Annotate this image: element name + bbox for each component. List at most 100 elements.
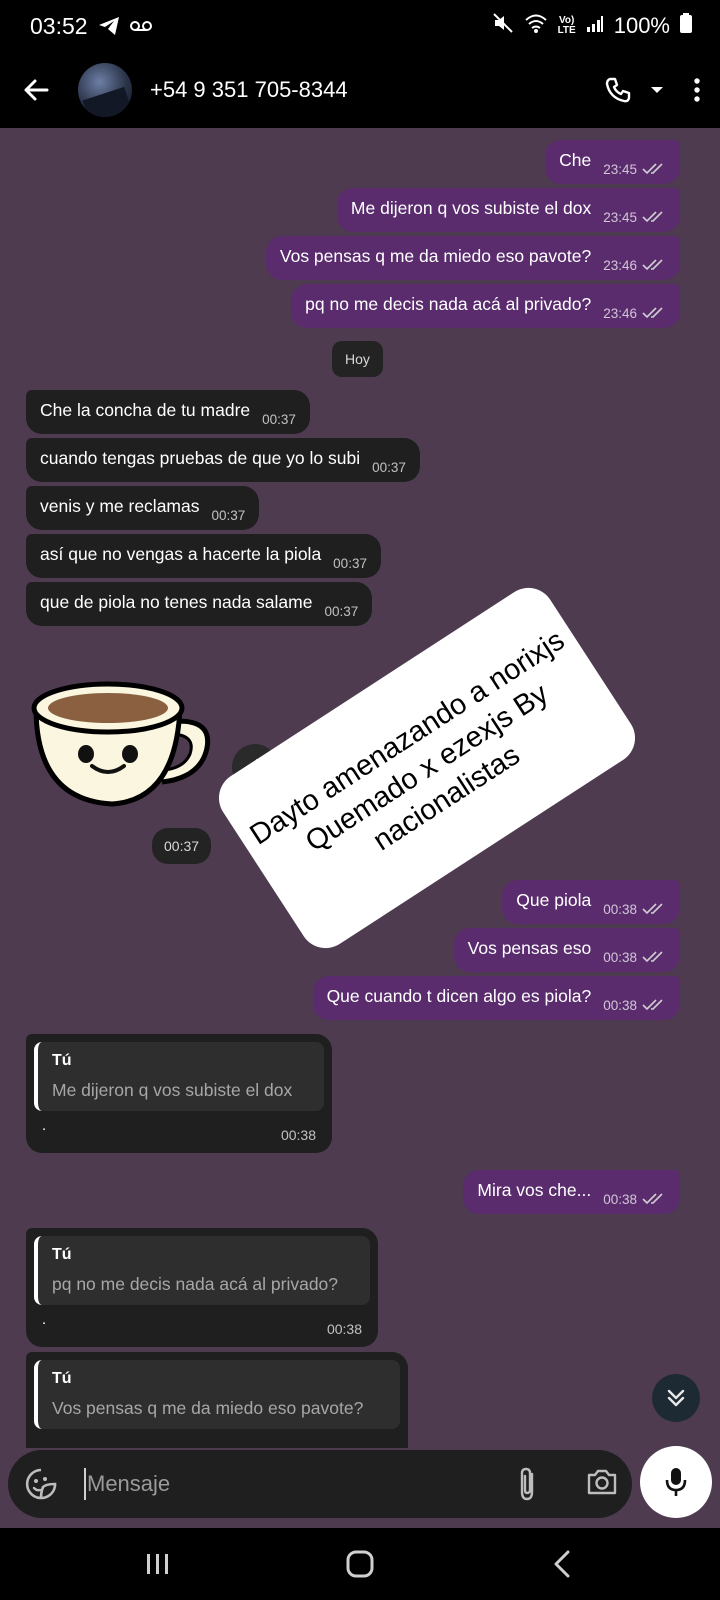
reply-message[interactable]: Tú Me dijeron q vos subiste el dox . 00:… — [26, 1034, 332, 1153]
message-text: así que no vengas a hacerte la piola — [40, 543, 322, 564]
chat-header: +54 9 351 705-8344 — [0, 52, 720, 128]
message-time: 00:37 — [262, 411, 296, 427]
message-text: Vos pensas eso — [467, 937, 592, 958]
call-button[interactable] — [596, 52, 640, 128]
message-incoming[interactable]: así que no vengas a hacerte la piola 00:… — [26, 534, 381, 578]
reply-quote[interactable]: Tú Me dijeron q vos subiste el dox — [34, 1042, 324, 1111]
message-text: . — [42, 1311, 47, 1328]
message-outgoing[interactable]: Mira vos che... 00:38 — [463, 1170, 680, 1214]
home-icon — [346, 1550, 374, 1578]
message-incoming[interactable]: que de piola no tenes nada salame 00:37 — [26, 582, 373, 626]
message-text: pq no me decis nada acá al privado? — [305, 293, 592, 314]
message-time: 23:45 — [603, 161, 637, 177]
message-outgoing[interactable]: Che 23:45 — [545, 140, 680, 184]
message-text: Che — [559, 149, 592, 170]
status-time: 03:52 — [30, 12, 88, 39]
message-time: 00:38 — [603, 949, 637, 965]
message-outgoing[interactable]: pq no me decis nada acá al privado? 23:4… — [291, 284, 680, 328]
phone-icon — [605, 77, 631, 103]
message-outgoing[interactable]: Me dijeron q vos subiste el dox 23:45 — [336, 188, 680, 232]
sticker-cup[interactable] — [30, 674, 216, 815]
double-check-icon — [642, 163, 663, 175]
back-button[interactable] — [0, 52, 72, 128]
avatar[interactable] — [78, 63, 132, 117]
camera-icon — [587, 1469, 617, 1495]
emoji-button[interactable] — [8, 1450, 74, 1518]
message-text: . — [42, 1117, 47, 1134]
double-check-icon — [642, 259, 663, 271]
call-options-button[interactable] — [640, 52, 674, 128]
double-check-icon — [642, 211, 663, 223]
scroll-to-bottom-button[interactable] — [652, 1374, 700, 1422]
message-outgoing[interactable]: Vos pensas q me da miedo eso pavote? 23:… — [265, 236, 680, 280]
microphone-icon — [665, 1468, 687, 1496]
message-input-field[interactable]: Mensaje — [8, 1450, 632, 1518]
message-incoming[interactable]: cuando tengas pruebas de que yo lo subi … — [26, 438, 420, 482]
overlay-line-2: Quemado x ezexjs By — [299, 677, 554, 859]
caret-down-icon — [651, 87, 663, 93]
message-time: 23:46 — [603, 257, 637, 273]
message-text: Vos pensas q me da miedo eso pavote? — [279, 245, 592, 266]
voice-record-button[interactable] — [640, 1446, 712, 1518]
message-text: venis y me reclamas — [40, 495, 200, 516]
attach-button[interactable] — [516, 1466, 538, 1507]
chevron-left-icon — [554, 1550, 570, 1578]
quote-author: Tú — [52, 1370, 72, 1387]
message-outgoing[interactable]: Que piola 00:38 — [502, 880, 680, 924]
message-placeholder[interactable]: Mensaje — [87, 1471, 170, 1497]
message-time: 23:45 — [603, 209, 637, 225]
contact-name[interactable]: +54 9 351 705-8344 — [150, 77, 348, 103]
message-text: Que cuando t dicen algo es piola? — [326, 985, 592, 1006]
double-chevron-down-icon — [667, 1389, 685, 1407]
text-cursor — [84, 1468, 86, 1500]
message-time: 00:38 — [326, 1321, 362, 1337]
double-check-icon — [642, 903, 663, 915]
mute-icon — [492, 12, 514, 40]
more-options-button[interactable] — [674, 52, 720, 128]
reply-message[interactable]: Tú Vos pensas q me da miedo eso pavote? — [26, 1352, 408, 1448]
message-incoming[interactable]: Che la concha de tu madre 00:37 — [26, 390, 310, 434]
message-time: 00:37 — [324, 603, 359, 619]
telegram-icon — [98, 16, 120, 36]
message-time: 00:38 — [603, 997, 637, 1013]
more-vert-icon — [694, 78, 700, 102]
sticker-time: 00:37 — [152, 828, 212, 864]
reply-quote[interactable]: Tú Vos pensas q me da miedo eso pavote? — [34, 1360, 400, 1429]
back-nav-button[interactable] — [522, 1528, 602, 1600]
double-check-icon — [642, 1193, 663, 1205]
quote-author: Tú — [52, 1246, 72, 1263]
chat-area[interactable]: Che 23:45 Me dijeron q vos subiste el do… — [0, 128, 720, 1448]
arrow-left-icon — [24, 79, 49, 101]
recent-apps-button[interactable] — [118, 1528, 198, 1600]
composer-bar: Mensaje — [0, 1446, 720, 1528]
double-check-icon — [642, 307, 663, 319]
signal-icon — [586, 13, 604, 39]
message-text: cuando tengas pruebas de que yo lo subi — [40, 447, 361, 468]
message-incoming[interactable]: venis y me reclamas 00:37 — [26, 486, 260, 530]
message-time: 23:46 — [603, 305, 637, 321]
message-time: 00:38 — [603, 1191, 637, 1207]
paperclip-icon — [520, 1467, 534, 1501]
volte-indicator: Vo) LTE — [558, 16, 576, 36]
double-check-icon — [642, 951, 663, 963]
camera-button[interactable] — [586, 1468, 618, 1501]
recents-icon — [147, 1554, 168, 1574]
quote-text: Vos pensas q me da miedo eso pavote? — [52, 1398, 364, 1418]
message-time: 00:38 — [280, 1127, 316, 1143]
message-outgoing[interactable]: Vos pensas eso 00:38 — [453, 928, 680, 972]
voicemail-icon — [129, 20, 152, 32]
message-time: 00:37 — [372, 459, 406, 475]
battery-icon — [680, 13, 692, 39]
coffee-cup-sticker-icon — [31, 681, 210, 807]
reply-quote[interactable]: Tú pq no me decis nada acá al privado? — [34, 1236, 370, 1305]
reply-message[interactable]: Tú pq no me decis nada acá al privado? .… — [26, 1228, 378, 1347]
message-text: Che la concha de tu madre — [40, 399, 251, 420]
message-text: Que piola — [516, 889, 592, 910]
wifi-icon — [524, 13, 548, 39]
message-text: Mira vos che... — [477, 1179, 592, 1200]
battery-percent: 100% — [613, 13, 670, 38]
message-outgoing[interactable]: Que cuando t dicen algo es piola? 00:38 — [312, 976, 680, 1020]
sticker-smile-icon — [25, 1468, 57, 1500]
home-button[interactable] — [320, 1528, 400, 1600]
system-nav-bar — [0, 1528, 720, 1600]
